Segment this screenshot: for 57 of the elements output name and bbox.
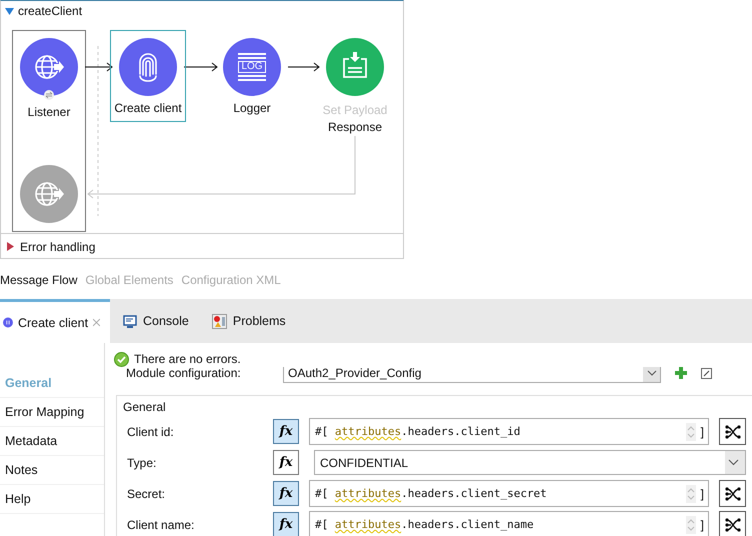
fingerprint-icon [119,38,177,96]
error-handling-label: Error handling [20,240,96,254]
tray-download-icon [326,38,384,96]
expand-arrow-icon[interactable] [5,7,14,15]
panel-tab[interactable]: Create client [0,299,110,343]
flow-node[interactable]: Create client [110,30,186,122]
group-title: General [123,400,167,416]
node-label: Listener [28,104,70,120]
flow-arrow [288,62,320,72]
panel-tab[interactable]: Console [110,299,199,343]
mapping-button[interactable] [719,511,746,536]
network-icon [724,486,740,502]
type-dropdown[interactable]: CONFIDENTIAL [314,450,746,475]
edit-icon[interactable] [701,368,712,378]
flow-node[interactable]: LOG Logger [214,30,290,122]
node-label: Response [328,119,382,135]
chevron-down-icon [646,370,656,376]
field-label: Module configuration: [125,366,242,380]
chevron-down-icon [728,459,739,466]
expression-field[interactable]: #[ attributes.headers.client_name ] [309,511,709,536]
panel-tab[interactable]: Problems [198,299,296,343]
fx-toggle[interactable]: fx [273,419,299,444]
sidebar-item[interactable]: Help [0,485,104,514]
log-icon: LOG [223,38,281,96]
fx-toggle[interactable]: fx [273,512,299,536]
plus-icon[interactable] [675,367,687,379]
flow-arrow [84,62,113,72]
fx-toggle[interactable]: fx [273,450,299,475]
fx-toggle[interactable]: fx [273,481,299,506]
network-icon [724,516,740,532]
mapping-button[interactable] [719,480,746,507]
status-message: There are no errors. [134,352,241,366]
flow-title: createClient [18,4,82,18]
node-label: Logger [233,100,271,116]
flow-node[interactable]: Listener [11,30,87,122]
expression-field[interactable]: #[ attributes.headers.client_id ] [309,418,709,445]
field-label: Secret: [127,486,166,500]
field-label: Client id: [127,424,175,438]
sidebar-item[interactable]: Error Mapping [0,398,104,427]
close-icon[interactable] [93,318,100,327]
expand-arrow-icon[interactable] [6,242,15,251]
globe-icon [20,38,78,100]
sidebar-item[interactable]: Notes [0,456,104,485]
sidebar-item[interactable]: Metadata [0,427,104,456]
editor-tab[interactable]: Message Flow [0,270,78,289]
node-caption: Set Payload [322,102,388,118]
node-label: Create client [114,100,182,116]
field-label: Type: [127,456,158,470]
monitor-icon [123,314,137,328]
problems-icon [212,314,227,328]
component-icon [3,316,13,329]
globe-icon [20,165,78,223]
expression-field[interactable]: #[ attributes.headers.client_secret ] [309,480,709,507]
field-label: Client name: [127,518,196,532]
mapping-button[interactable] [719,418,746,445]
flow-arrow [184,62,218,72]
network-icon [724,424,740,440]
